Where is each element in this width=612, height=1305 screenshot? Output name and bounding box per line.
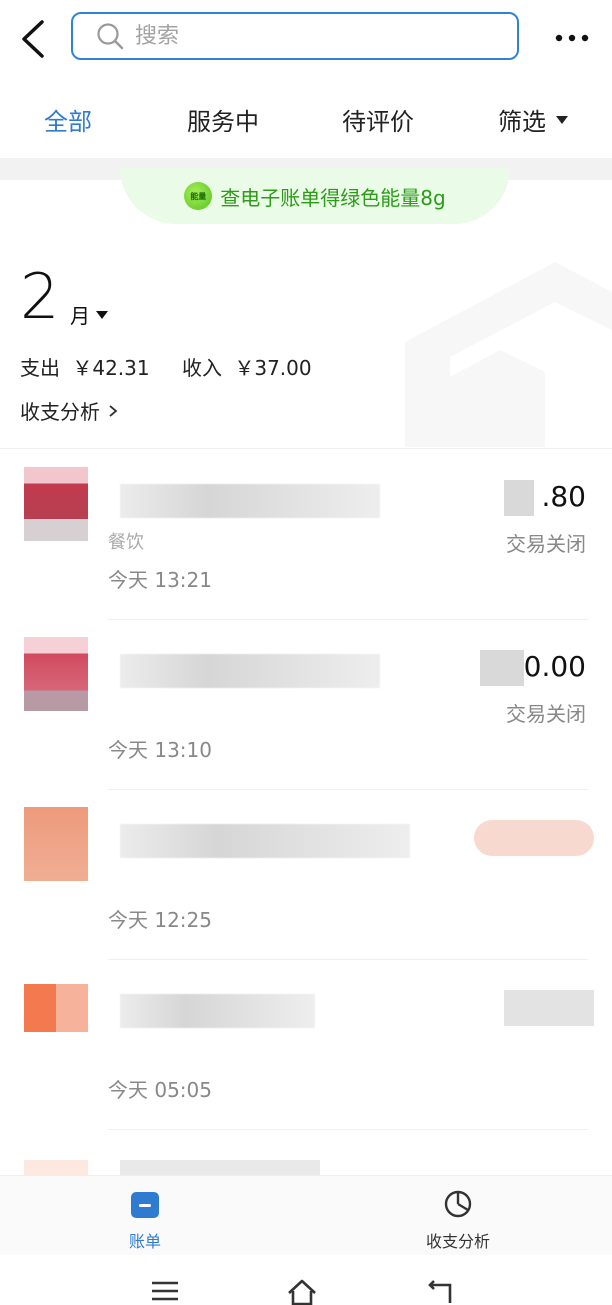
search-box[interactable] [71,12,519,60]
merchant-name-blurred [120,484,380,518]
merchant-name-blurred [120,654,380,688]
energy-badge-text: 能量 [190,191,207,201]
expense-value: ￥42.31 [72,356,150,380]
merchant-avatar [24,467,88,541]
amount-blurred [504,480,534,516]
bottom-navigation: 账单 收支分析 [0,1175,612,1256]
tab-in-service[interactable]: 服务中 [187,102,259,137]
menu-icon[interactable] [150,1277,180,1305]
transaction-row-partial [0,1130,612,1175]
transaction-time: 今天 12:25 [108,908,212,932]
expense-label: 支出 [20,356,60,380]
month-selector[interactable]: 月 [70,300,108,329]
tab-pending-review[interactable]: 待评价 [342,102,414,137]
income-label: 收入 [181,356,222,380]
green-energy-icon: 能量 [184,182,213,210]
transaction-row[interactable]: 今天 13:10 0.00 交易关闭 [0,620,612,790]
system-navigation-bar [0,1255,612,1305]
chevron-right-icon [109,404,118,417]
merchant-name-blurred [120,994,315,1028]
month-summary: 支出 ￥42.31 收入 ￥37.00 [20,352,318,381]
transaction-time: 今天 05:05 [108,1078,212,1102]
caret-down-icon [96,310,108,319]
back-arrow-icon[interactable] [16,18,52,60]
merchant-avatar [24,1160,88,1175]
merchant-avatar [24,807,88,881]
top-bar [0,0,612,80]
tab-all[interactable]: 全部 [44,102,92,137]
transaction-amount: .80 [541,480,586,513]
nav-income-expense-analysis[interactable]: 收支分析 [408,1190,508,1252]
promo-text: 查电子账单得绿色能量8g [220,185,446,210]
pie-chart-icon [444,1190,472,1218]
search-icon [97,23,124,50]
transaction-row[interactable]: 今天 12:25 [0,790,612,960]
transaction-row[interactable]: 餐饮 今天 13:21 .80 交易关闭 [0,450,612,620]
tab-filter[interactable]: 筛选 [498,102,568,137]
income-expense-analysis-link[interactable]: 收支分析 [20,396,118,425]
transaction-amount: 0.00 [523,650,586,683]
filter-tabs: 全部 服务中 待评价 筛选 [0,96,612,146]
search-input[interactable] [133,22,517,50]
transaction-row[interactable]: 今天 05:05 [0,960,612,1130]
nav-bill[interactable]: 账单 [110,1190,180,1252]
tab-filter-label: 筛选 [498,108,546,136]
transaction-category: 餐饮 [108,532,144,553]
green-energy-promo[interactable]: 能量 查电子账单得绿色能量8g [120,168,510,224]
amount-blurred [474,820,594,856]
divider [0,448,612,449]
merchant-avatar [24,984,88,1032]
bill-icon [131,1192,159,1218]
return-icon[interactable] [426,1277,456,1305]
more-options-icon[interactable] [555,34,589,42]
nav-analysis-label: 收支分析 [425,1232,490,1251]
transaction-time: 今天 13:21 [108,568,212,592]
month-unit-label: 月 [70,304,90,328]
month-number[interactable]: 2 [20,266,59,328]
transaction-status: 交易关闭 [506,702,586,726]
transaction-status: 交易关闭 [506,532,586,556]
merchant-avatar [24,637,88,711]
analysis-link-label: 收支分析 [20,400,100,424]
transaction-time: 今天 13:10 [108,738,212,762]
nav-bill-label: 账单 [128,1232,161,1251]
income-value: ￥37.00 [234,356,312,380]
caret-down-icon [556,115,568,124]
home-icon[interactable] [287,1277,317,1305]
house-watermark-icon [405,262,612,447]
amount-blurred [504,990,594,1026]
amount-blurred [480,650,524,686]
merchant-name-blurred [120,824,410,858]
merchant-name-blurred [120,1160,320,1175]
